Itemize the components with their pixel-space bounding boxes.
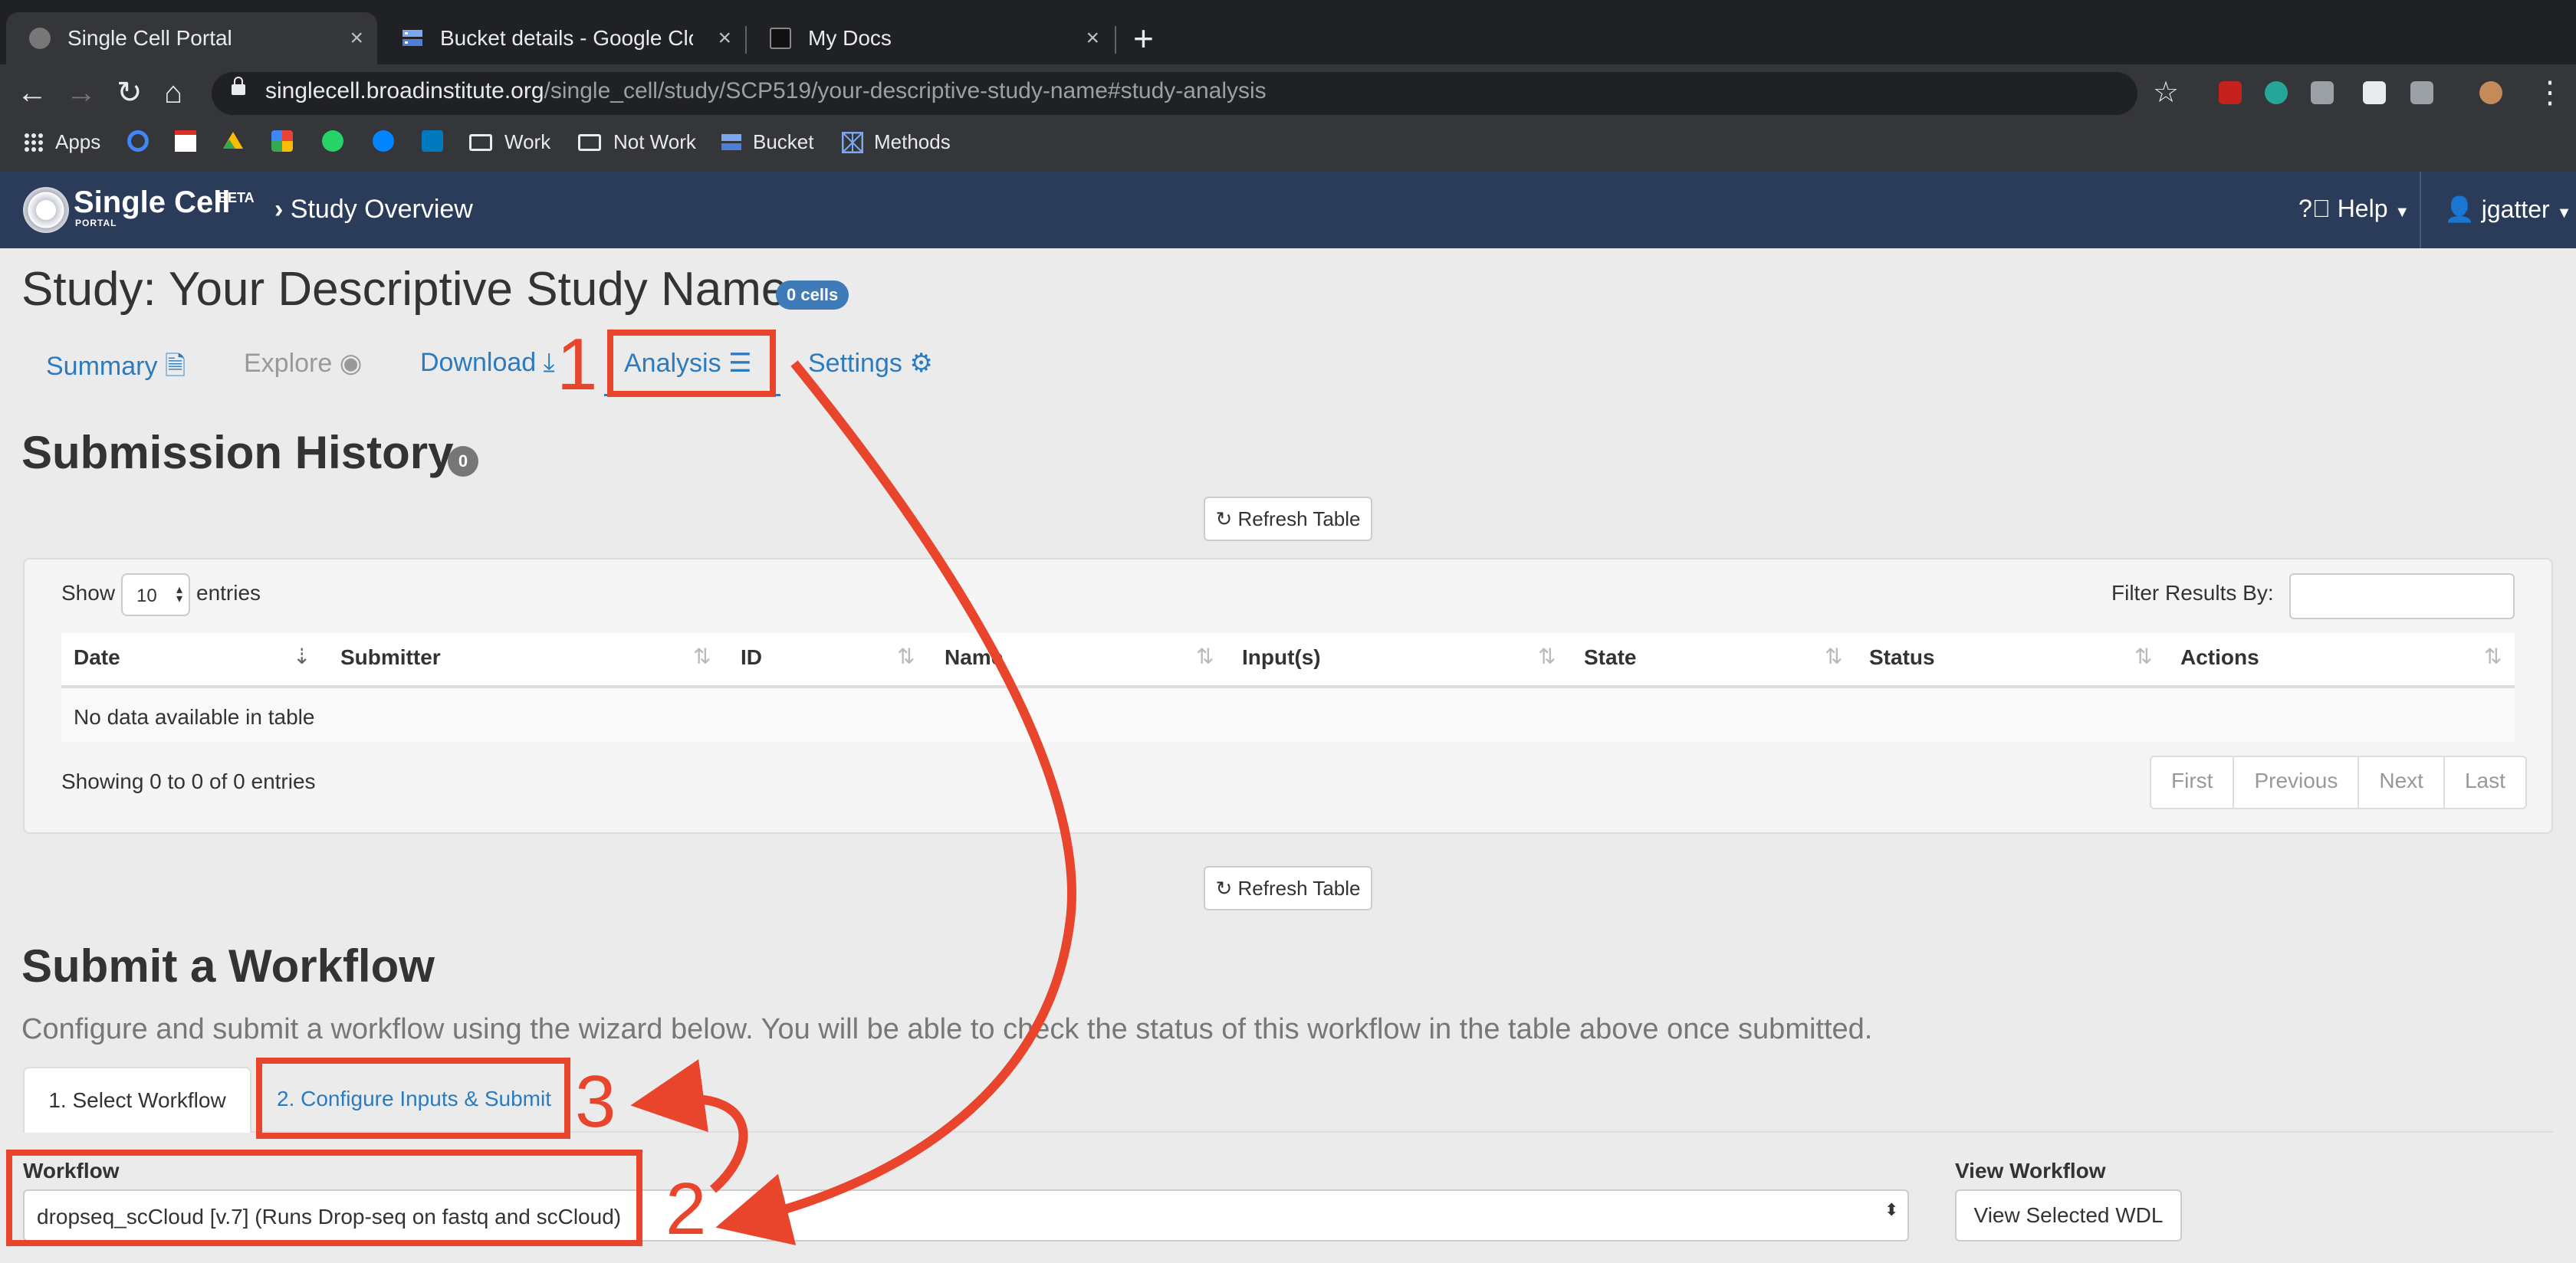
annotation-arrows — [630, 360, 1076, 1245]
arrow-workflow-to-configure — [630, 1059, 748, 1193]
arrow-analysis-to-workflow — [715, 360, 1076, 1245]
